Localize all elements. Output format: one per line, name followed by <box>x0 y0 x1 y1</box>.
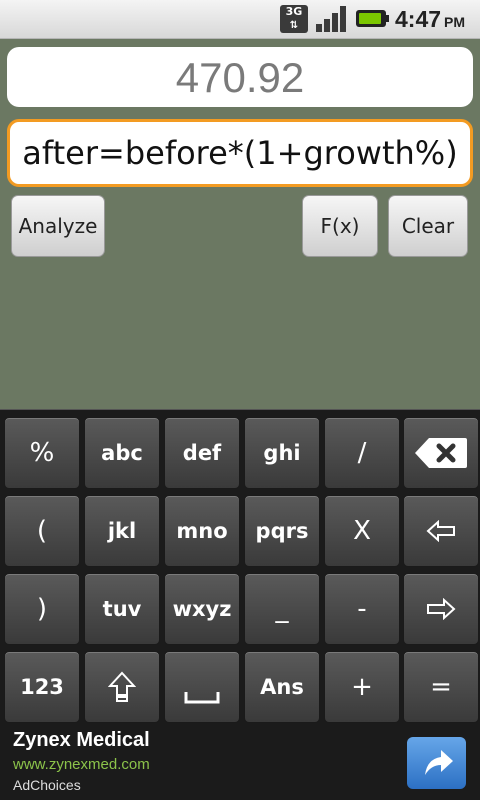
battery-icon <box>356 10 389 27</box>
status-bar: 3G ⇅ 4:47 PM <box>0 0 480 39</box>
signal-icon <box>316 6 350 32</box>
backspace-icon <box>415 438 467 468</box>
key-123[interactable]: 123 <box>4 651 80 723</box>
key-ghi[interactable]: ghi <box>244 417 320 489</box>
space-icon <box>184 692 220 704</box>
key-space[interactable] <box>164 651 240 723</box>
ad-title[interactable]: Zynex Medical <box>13 729 150 752</box>
result-display: 470.92 <box>7 47 473 107</box>
arrow-right-icon <box>427 597 456 621</box>
clock: 4:47 PM <box>395 6 465 33</box>
key-tuv[interactable]: tuv <box>84 573 160 645</box>
arrow-left-icon <box>426 519 455 543</box>
key-equals[interactable]: = <box>403 651 479 723</box>
ad-choices-link[interactable]: AdChoices <box>13 777 81 793</box>
clock-ampm: PM <box>444 14 466 30</box>
network-type: 3G <box>285 5 303 18</box>
share-arrow-icon <box>425 750 453 775</box>
key-abc[interactable]: abc <box>84 417 160 489</box>
key-shift[interactable] <box>84 651 160 723</box>
key-plus[interactable]: + <box>324 651 400 723</box>
key-wxyz[interactable]: wxyz <box>164 573 240 645</box>
key-multiply[interactable]: X <box>324 495 400 567</box>
key-ans[interactable]: Ans <box>244 651 320 723</box>
key-open-paren[interactable]: ( <box>4 495 80 567</box>
clear-button[interactable]: Clear <box>388 195 468 257</box>
key-mno[interactable]: mno <box>164 495 240 567</box>
key-minus[interactable]: - <box>324 573 400 645</box>
key-underscore[interactable]: _ <box>244 573 320 645</box>
clock-time: 4:47 <box>395 6 442 32</box>
network-3g-icon: 3G ⇅ <box>280 5 308 33</box>
formula-input[interactable]: after=before*(1+growth%) <box>7 119 473 187</box>
key-def[interactable]: def <box>164 417 240 489</box>
key-percent[interactable]: % <box>4 417 80 489</box>
analyze-button[interactable]: Analyze <box>11 195 105 257</box>
key-pqrs[interactable]: pqrs <box>244 495 320 567</box>
keypad: % abc def ghi / ( jkl mno pqrs X ) tuv w… <box>0 409 480 724</box>
shift-icon <box>107 671 137 702</box>
key-cursor-left[interactable] <box>403 495 479 567</box>
data-arrows-icon: ⇅ <box>289 20 299 31</box>
ad-url[interactable]: www.zynexmed.com <box>13 756 150 773</box>
key-cursor-right[interactable] <box>403 573 479 645</box>
fx-button[interactable]: F(x) <box>302 195 378 257</box>
key-backspace[interactable] <box>403 417 479 489</box>
ad-open-button[interactable] <box>407 737 466 789</box>
key-jkl[interactable]: jkl <box>84 495 160 567</box>
key-close-paren[interactable]: ) <box>4 573 80 645</box>
key-divide[interactable]: / <box>324 417 400 489</box>
